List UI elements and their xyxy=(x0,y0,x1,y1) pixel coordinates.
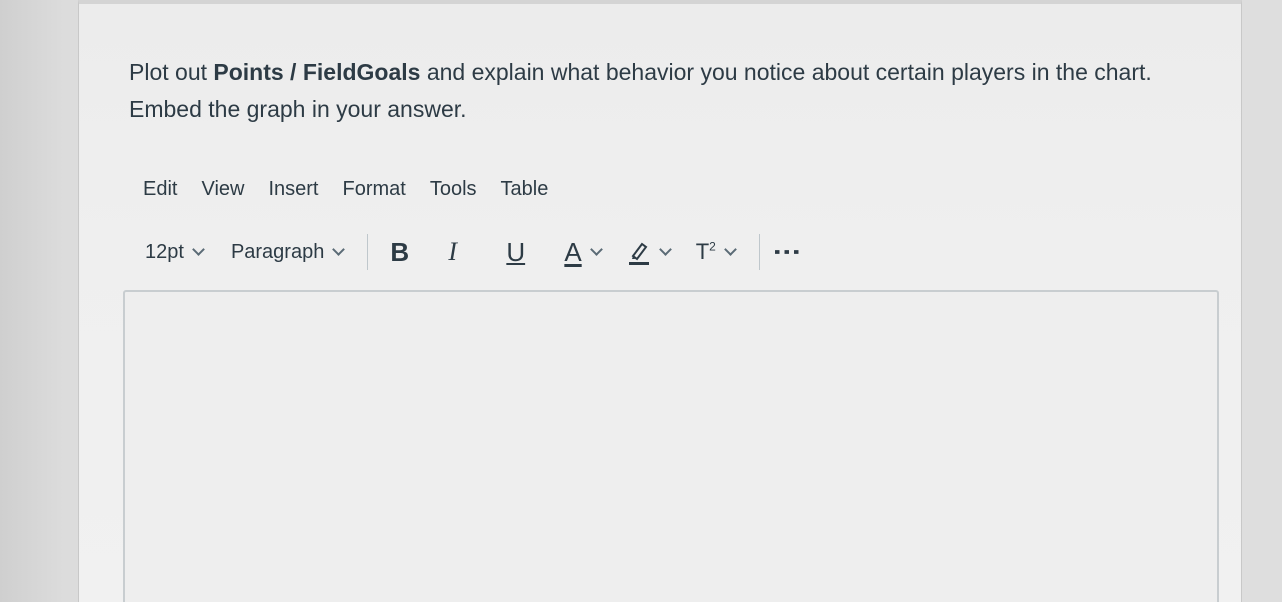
toolbar-divider xyxy=(367,234,369,270)
menu-insert[interactable]: Insert xyxy=(268,178,318,201)
highlighter-icon xyxy=(627,238,651,266)
text-color-icon: A xyxy=(564,236,582,267)
toolbar-divider xyxy=(758,234,760,270)
highlight-color-button[interactable] xyxy=(627,238,672,266)
chevron-down-icon xyxy=(192,243,205,256)
menu-format[interactable]: Format xyxy=(343,178,406,201)
question-part-1: Plot out xyxy=(129,59,214,85)
menu-edit[interactable]: Edit xyxy=(143,178,177,201)
chevron-down-icon xyxy=(658,243,672,256)
question-text: Plot out Points / FieldGoals and explain… xyxy=(129,54,1189,128)
more-options-icon[interactable]: ⋮ xyxy=(772,238,803,266)
font-size-select[interactable]: 12pt xyxy=(145,240,205,264)
menu-view[interactable]: View xyxy=(201,178,244,201)
italic-button[interactable]: I xyxy=(448,237,474,267)
text-color-button[interactable]: A xyxy=(564,236,603,268)
menu-table[interactable]: Table xyxy=(501,178,549,201)
question-card: Plot out Points / FieldGoals and explain… xyxy=(78,0,1242,602)
chevron-down-icon xyxy=(723,243,737,256)
question-slash: / xyxy=(283,59,303,85)
menu-tools[interactable]: Tools xyxy=(430,178,477,201)
answer-editor[interactable] xyxy=(123,290,1219,602)
question-bold-points: Points xyxy=(213,59,284,85)
bold-button[interactable]: B xyxy=(390,237,416,268)
question-bold-fieldgoals: FieldGoals xyxy=(302,59,421,85)
editor-toolbar: 12pt Paragraph B I U A T2 ⋮ xyxy=(145,232,803,272)
block-format-value: Paragraph xyxy=(230,240,325,263)
underline-button[interactable]: U xyxy=(506,237,532,268)
block-format-select[interactable]: Paragraph xyxy=(230,240,346,264)
superscript-icon: T2 xyxy=(695,239,716,264)
font-size-value: 12pt xyxy=(145,240,184,263)
chevron-down-icon xyxy=(589,243,603,256)
chevron-down-icon xyxy=(332,243,346,256)
editor-menubar: Edit View Insert Format Tools Table xyxy=(143,178,572,201)
superscript-button[interactable]: T2 xyxy=(695,239,737,265)
